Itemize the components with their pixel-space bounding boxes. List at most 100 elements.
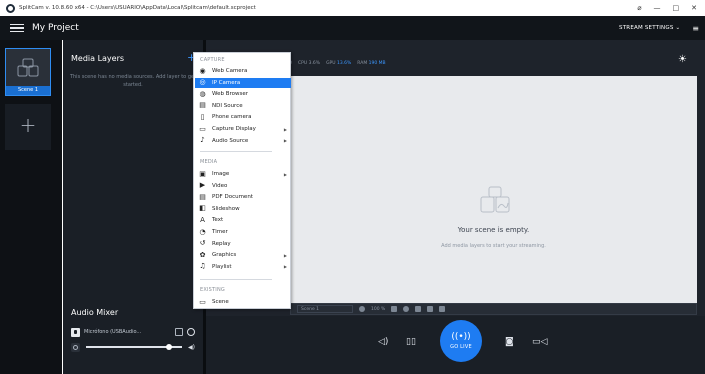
layout-icon[interactable] bbox=[391, 306, 398, 312]
canvas-toolbar: Scene 1 100 % bbox=[290, 303, 697, 315]
scene-thumbnail bbox=[6, 49, 50, 87]
menu-item-label: Video bbox=[212, 182, 228, 189]
close-button[interactable]: ✕ bbox=[691, 4, 697, 12]
rotate-icon[interactable] bbox=[403, 306, 410, 312]
fit-icon[interactable] bbox=[415, 306, 422, 312]
performance-stats: 5 10 CPU 3.6% GPU 13.6% RAM 190 MB bbox=[282, 61, 386, 66]
volume-slider[interactable] bbox=[86, 343, 183, 350]
submenu-arrow-icon: ▶ bbox=[283, 171, 287, 177]
volume-icon[interactable]: ◁) bbox=[378, 337, 388, 347]
cpu-label: CPU bbox=[298, 61, 308, 66]
menu-item-label: Scene bbox=[212, 299, 229, 305]
effects-icon[interactable]: ☀ bbox=[678, 54, 687, 65]
window-controls: ⌀ — □ ✕ bbox=[637, 4, 697, 12]
submenu-arrow-icon: ▶ bbox=[283, 126, 287, 132]
menu-item-label: Replay bbox=[212, 240, 231, 247]
menu-item-label: NDI Source bbox=[212, 102, 243, 109]
stream-settings-button[interactable]: STREAM SETTINGS ⌄ bbox=[619, 25, 680, 31]
menu-section-capture: CAPTURE bbox=[200, 57, 225, 63]
bottom-controls: ◁) ▯▯ ((•)) GO LIVE ◙ ▭◁ bbox=[206, 316, 705, 374]
scene-label: Scene 1 bbox=[6, 86, 50, 95]
menu-item-pdf-document[interactable]: ▤ PDF Document bbox=[195, 192, 291, 202]
add-scene-button[interactable]: + bbox=[5, 104, 51, 150]
audio-device-name: Micrófono (USBAudio... bbox=[84, 329, 142, 335]
video-icon: ▶ bbox=[199, 181, 206, 190]
minimize-button[interactable]: — bbox=[654, 4, 661, 12]
microphone-icon bbox=[71, 327, 80, 337]
globe-icon: ◍ bbox=[199, 89, 206, 98]
media-layers-panel: Media Layers + This scene has no media s… bbox=[63, 40, 203, 374]
menu-item-audio-source[interactable]: ♪ Audio Source ▶ bbox=[195, 136, 291, 146]
media-placeholder-icon bbox=[17, 58, 39, 77]
gear-icon[interactable] bbox=[71, 342, 80, 352]
more-options-icon[interactable]: ≡ bbox=[692, 24, 699, 33]
submenu-arrow-icon: ▶ bbox=[283, 264, 287, 270]
playlist-icon: ♫ bbox=[199, 262, 206, 271]
scene-canvas[interactable]: Your scene is empty. Add media layers to… bbox=[290, 76, 697, 304]
splitcam-window: SplitCam v. 10.8.60 x64 - C:\Users\USUAR… bbox=[0, 0, 705, 374]
audio-settings-icon[interactable] bbox=[175, 328, 183, 336]
timer-icon: ◔ bbox=[199, 227, 206, 236]
broadcast-icon: ((•)) bbox=[451, 331, 471, 342]
pin-icon[interactable]: ⌀ bbox=[637, 4, 641, 12]
empty-scene-icon bbox=[480, 186, 510, 213]
menu-item-ip-camera[interactable]: ◎ IP Camera bbox=[195, 77, 291, 88]
menu-item-replay[interactable]: ↺ Replay bbox=[195, 239, 291, 249]
add-layer-menu: CAPTURE MEDIA EXISTING ◉ Web Camera ◎ IP Ca… bbox=[193, 52, 291, 309]
menu-item-web-browser[interactable]: ◍ Web Browser bbox=[195, 89, 291, 99]
audio-device-row: Micrófono (USBAudio... bbox=[71, 326, 195, 338]
replay-icon: ↺ bbox=[199, 239, 206, 248]
menu-item-label: IP Camera bbox=[212, 79, 241, 86]
close-preview-icon[interactable] bbox=[439, 306, 446, 312]
slideshow-icon: ◧ bbox=[199, 204, 206, 213]
menu-item-image[interactable]: ▣ Image ▶ bbox=[195, 169, 291, 179]
layers-empty-message: This scene has no media sources. Add lay… bbox=[69, 74, 197, 88]
grid-icon[interactable] bbox=[427, 306, 434, 312]
project-title: My Project bbox=[32, 23, 79, 33]
menu-item-label: Text bbox=[212, 217, 224, 224]
menu-item-web-camera[interactable]: ◉ Web Camera bbox=[195, 66, 291, 76]
snapshot-icon[interactable]: ◙ bbox=[505, 337, 514, 347]
menu-item-phone-camera[interactable]: ▯ Phone camera bbox=[195, 112, 291, 122]
hamburger-menu-icon[interactable] bbox=[10, 23, 24, 33]
volume-slider-thumb[interactable] bbox=[165, 343, 172, 350]
menu-item-timer[interactable]: ◔ Timer bbox=[195, 227, 291, 237]
menu-item-scene[interactable]: ▭ Scene bbox=[195, 297, 291, 307]
menu-item-capture-display[interactable]: ▭ Capture Display ▶ bbox=[195, 124, 291, 134]
ram-label: RAM bbox=[357, 61, 368, 66]
cpu-value: 3.6% bbox=[308, 61, 321, 66]
menu-separator bbox=[200, 279, 272, 280]
menu-section-existing: EXISTING bbox=[200, 287, 225, 293]
zoom-value[interactable]: 100 % bbox=[371, 307, 385, 312]
window-title: SplitCam v. 10.8.60 x64 - C:\Users\USUAR… bbox=[19, 5, 256, 11]
zoom-icon[interactable] bbox=[359, 306, 365, 312]
media-layers-title: Media Layers bbox=[71, 54, 125, 63]
empty-scene-subtitle: Add media layers to start your streaming… bbox=[441, 243, 546, 249]
submenu-arrow-icon: ▶ bbox=[283, 252, 287, 258]
record-icon[interactable]: ▭◁ bbox=[532, 337, 547, 347]
submenu-arrow-icon: ▶ bbox=[283, 138, 287, 144]
menu-item-label: PDF Document bbox=[212, 194, 253, 201]
menu-item-text[interactable]: A Text bbox=[195, 215, 291, 225]
ndi-icon: ▤ bbox=[199, 101, 206, 110]
pause-icon[interactable]: ▯▯ bbox=[406, 337, 416, 347]
speaker-icon[interactable]: ◀) bbox=[188, 344, 195, 351]
menu-item-graphics[interactable]: ✿ Graphics ▶ bbox=[195, 250, 291, 260]
scene-select[interactable]: Scene 1 bbox=[297, 305, 353, 313]
ram-value: 190 MB bbox=[368, 61, 386, 66]
menu-item-video[interactable]: ▶ Video bbox=[195, 181, 291, 191]
menu-item-label: Audio Source bbox=[212, 137, 249, 144]
maximize-button[interactable]: □ bbox=[673, 4, 680, 12]
scenes-panel: Scene 1 + bbox=[0, 40, 62, 374]
menu-item-ndi-source[interactable]: ▤ NDI Source bbox=[195, 101, 291, 111]
scene-card[interactable]: Scene 1 bbox=[5, 48, 51, 96]
audio-monitor-icon[interactable] bbox=[187, 328, 195, 336]
pdf-icon: ▤ bbox=[199, 192, 206, 201]
app-header: My Project STREAM SETTINGS ⌄ ≡ bbox=[0, 16, 705, 40]
volume-row: ◀) bbox=[71, 342, 195, 352]
go-live-button[interactable]: ((•)) GO LIVE bbox=[440, 320, 482, 362]
menu-item-slideshow[interactable]: ◧ Slideshow bbox=[195, 204, 291, 214]
menu-item-label: Slideshow bbox=[212, 205, 240, 212]
webcam-icon: ◉ bbox=[199, 66, 206, 75]
menu-item-playlist[interactable]: ♫ Playlist ▶ bbox=[195, 262, 291, 272]
